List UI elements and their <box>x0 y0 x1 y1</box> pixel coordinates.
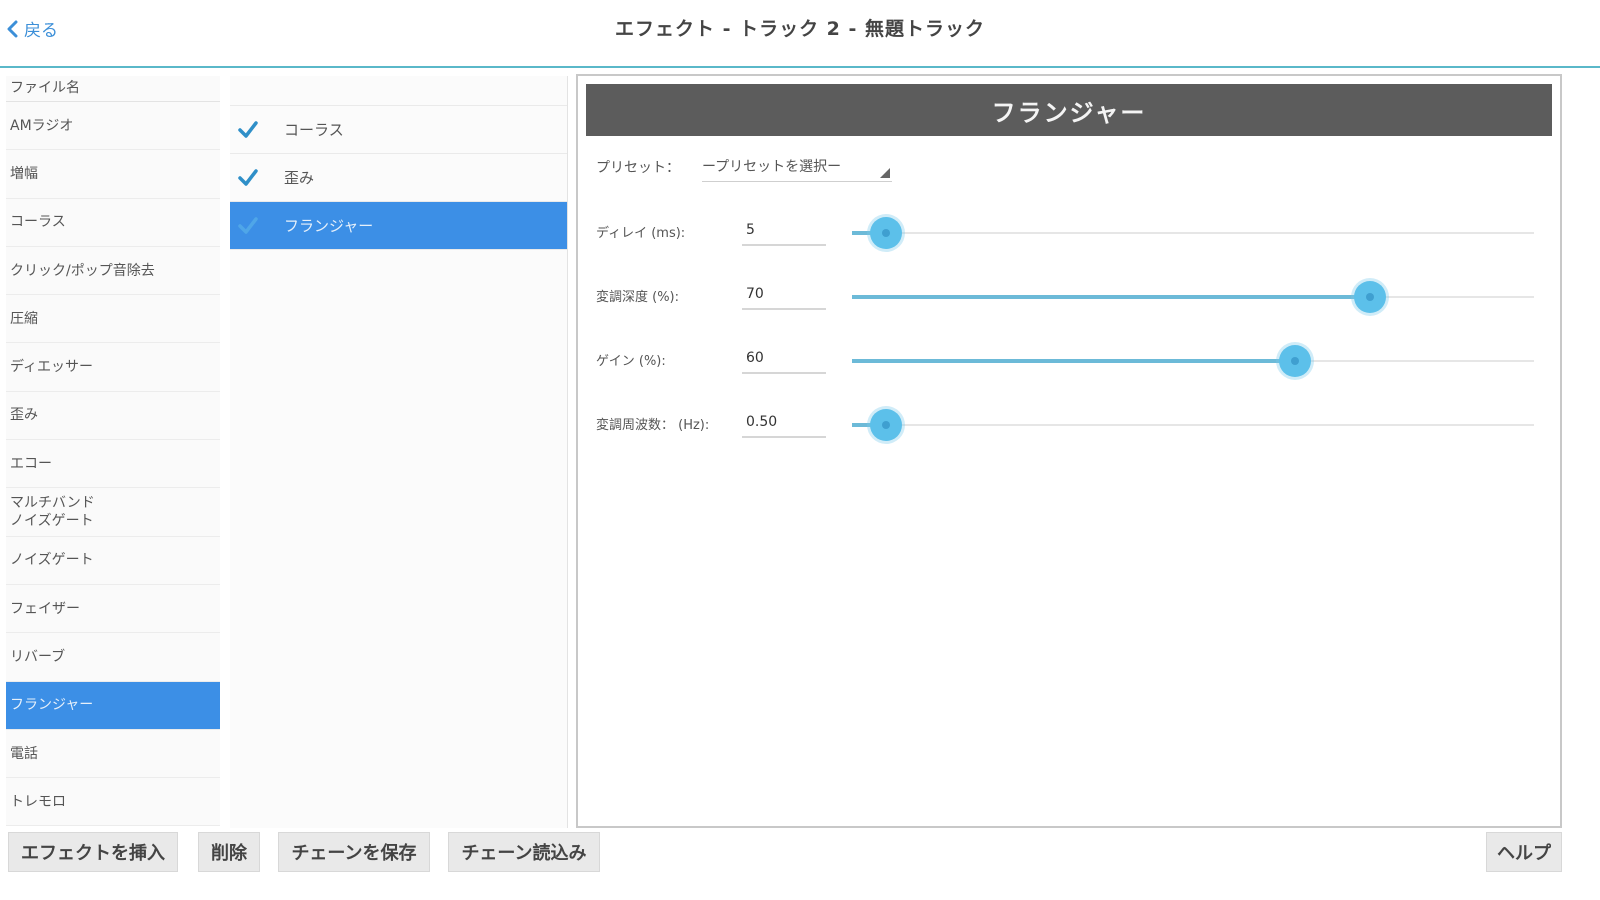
param-value-input[interactable]: 70 <box>742 278 826 310</box>
slider-track[interactable] <box>852 409 1534 441</box>
list-item[interactable]: エコー <box>6 440 220 489</box>
preset-value: ープリセットを選択ー <box>702 159 842 175</box>
header-bar: 戻る エフェクト - トラック 2 - 無題トラック <box>0 0 1600 68</box>
list-item[interactable]: 増幅 <box>6 150 220 199</box>
list-item[interactable]: リバーブ <box>6 633 220 682</box>
page-title: エフェクト - トラック 2 - 無題トラック <box>614 18 986 40</box>
dropdown-triangle-icon <box>880 168 890 178</box>
chain-item-label: フランジャー <box>284 217 374 235</box>
list-item[interactable]: 歪み <box>6 391 220 441</box>
slider-fill <box>852 359 1296 363</box>
param-mod-frequency: 変調周波数： (Hz): 0.50 <box>596 404 1546 444</box>
preset-row: プリセット： ープリセットを選択ー <box>596 152 892 182</box>
param-value-input[interactable]: 5 <box>742 214 826 246</box>
slider-track[interactable] <box>852 217 1534 249</box>
effect-settings-panel: フランジャー プリセット： ープリセットを選択ー ディレイ (ms): 5 変調… <box>576 74 1562 828</box>
chain-item-label: 歪み <box>284 169 315 187</box>
checkmark-icon <box>238 168 258 186</box>
param-gain: ゲイン (%): 60 <box>596 340 1546 380</box>
slider-thumb[interactable] <box>1279 345 1312 377</box>
slider-thumb[interactable] <box>1354 281 1387 313</box>
effects-list: ファイル名 AMラジオ 増幅 コーラス クリック/ポップ音除去 圧縮 ディエッサ… <box>6 76 220 844</box>
insert-effect-button[interactable]: エフェクトを挿入 <box>8 832 178 872</box>
chain-item[interactable]: 歪み <box>230 154 567 202</box>
param-value-input[interactable]: 60 <box>742 342 826 374</box>
chain-item-selected[interactable]: フランジャー <box>230 202 567 250</box>
chain-item[interactable]: コーラス <box>230 106 567 154</box>
param-delay: ディレイ (ms): 5 <box>596 212 1546 252</box>
list-item[interactable]: ノイズゲート <box>6 536 220 585</box>
delete-button[interactable]: 削除 <box>198 832 260 872</box>
param-label: 変調周波数： (Hz): <box>596 418 710 433</box>
slider-fill <box>852 295 1371 299</box>
slider-thumb[interactable] <box>870 217 903 249</box>
checkmark-icon <box>238 120 258 138</box>
load-chain-button[interactable]: チェーン読込み <box>448 832 600 872</box>
list-item[interactable]: トレモロ <box>6 778 220 827</box>
list-item-selected[interactable]: フランジャー <box>6 681 220 730</box>
list-item[interactable]: クリック/ポップ音除去 <box>6 246 220 296</box>
effect-chain-list: コーラス 歪み フランジャー <box>230 76 568 828</box>
slider-track[interactable] <box>852 281 1534 313</box>
list-item[interactable]: マルチバンド ノイズゲート <box>6 488 220 537</box>
list-item[interactable]: ファイル名 <box>6 76 220 102</box>
list-item[interactable]: AMラジオ <box>6 102 220 151</box>
list-item[interactable]: ディエッサー <box>6 343 220 392</box>
param-label: ゲイン (%): <box>596 354 666 369</box>
list-item[interactable]: フェイザー <box>6 584 220 634</box>
param-value-input[interactable]: 0.50 <box>742 406 826 438</box>
slider-thumb[interactable] <box>870 409 903 441</box>
list-item[interactable]: 電話 <box>6 729 220 779</box>
chain-item-label: コーラス <box>284 121 344 139</box>
save-chain-button[interactable]: チェーンを保存 <box>278 832 430 872</box>
param-mod-depth: 変調深度 (%): 70 <box>596 276 1546 316</box>
panel-title: フランジャー <box>586 84 1552 136</box>
checkbox[interactable] <box>238 168 258 188</box>
param-label: 変調深度 (%): <box>596 290 680 305</box>
list-item[interactable]: コーラス <box>6 198 220 247</box>
checkmark-icon <box>238 216 258 234</box>
help-button[interactable]: ヘルプ <box>1486 832 1562 872</box>
preset-label: プリセット： <box>596 160 680 176</box>
chain-list-header <box>230 76 567 106</box>
slider-track[interactable] <box>852 345 1534 377</box>
checkbox[interactable] <box>238 120 258 140</box>
param-label: ディレイ (ms): <box>596 226 686 241</box>
preset-select[interactable]: ープリセットを選択ー <box>702 152 892 182</box>
list-item[interactable]: 圧縮 <box>6 295 220 344</box>
checkbox[interactable] <box>238 216 258 236</box>
